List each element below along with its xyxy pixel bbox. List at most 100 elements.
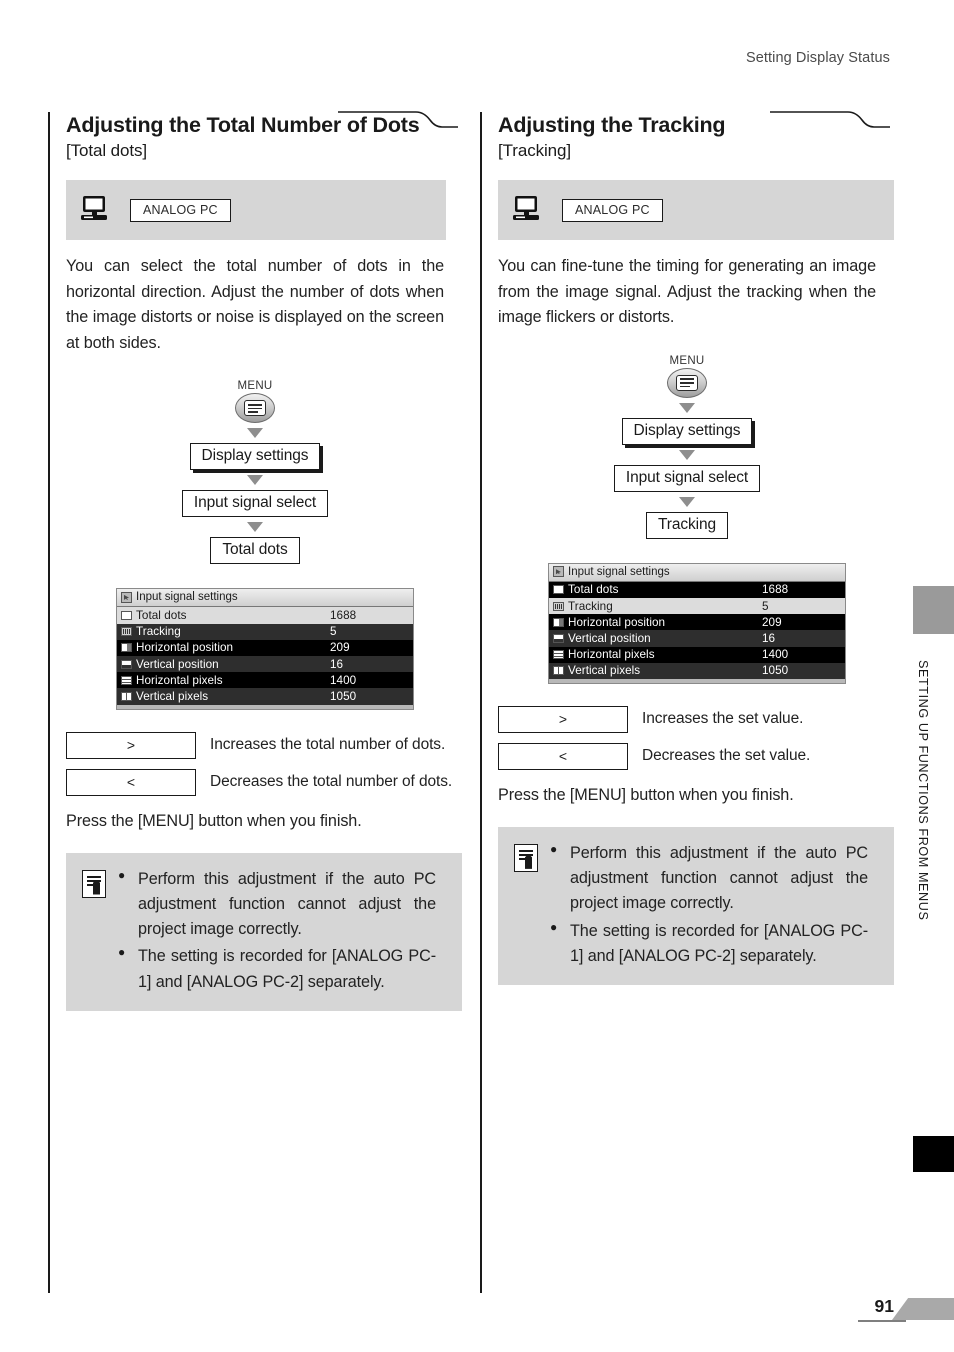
osd-row-label: Total dots xyxy=(136,608,187,622)
osd-row[interactable]: Tracking 5 xyxy=(117,623,413,640)
osd-title-label: Input signal settings xyxy=(568,565,670,578)
osd-screenshot-tracking: Input signal settings Total dots 1688 Trac… xyxy=(548,562,846,684)
horizontal-pixels-icon xyxy=(121,675,132,685)
chapter-tab-black xyxy=(913,1136,954,1172)
osd-row[interactable]: Horizontal position 209 xyxy=(549,614,845,631)
osd-row-value: 16 xyxy=(330,657,344,671)
note-box: Perform this adjustment if the auto PC a… xyxy=(66,852,462,1011)
signal-type-band: ANALOG PC xyxy=(498,180,894,240)
note-bullet-list: Perform this adjustment if the auto PC a… xyxy=(118,866,436,995)
osd-row-label: Vertical pixels xyxy=(568,664,641,678)
osd-row-label: Vertical position xyxy=(568,631,651,645)
signal-chip-analog-pc: ANALOG PC xyxy=(130,198,231,222)
total-dots-icon xyxy=(121,610,132,620)
vertical-pixels-icon xyxy=(553,666,564,676)
key-row: > Increases the set value. xyxy=(498,705,890,733)
signal-icon xyxy=(121,591,132,603)
osd-footer-strip xyxy=(117,704,413,709)
flow-arrow-down-icon xyxy=(247,522,263,533)
osd-row[interactable]: Total dots 1688 xyxy=(117,607,413,624)
osd-row-label: Horizontal pixels xyxy=(136,673,223,687)
menu-list-icon xyxy=(244,400,266,417)
osd-row-value: 1400 xyxy=(762,648,789,662)
flow-step-input-signal-select[interactable]: Input signal select xyxy=(181,490,329,518)
flow-arrow-down-icon xyxy=(247,475,263,486)
vertical-pixels-icon xyxy=(121,691,132,701)
key-row: > Increases the total number of dots. xyxy=(66,731,458,759)
key-row: < Decreases the set value. xyxy=(498,742,890,770)
press-menu-note: Press the [MENU] button when you finish. xyxy=(66,811,362,830)
page-subtitle: [Tracking] xyxy=(498,140,572,160)
flow-step-display-settings[interactable]: Display settings xyxy=(189,443,321,471)
flow-step-target[interactable]: Total dots xyxy=(210,537,300,565)
note-bullet: Perform this adjustment if the auto PC a… xyxy=(118,866,436,943)
osd-row-value: 1050 xyxy=(330,689,357,703)
menu-button[interactable] xyxy=(667,367,707,398)
note-bullet-list: Perform this adjustment if the auto PC a… xyxy=(550,840,868,970)
body-paragraph: You can select the total number of dots … xyxy=(66,257,444,352)
osd-row[interactable]: Horizontal pixels 1400 xyxy=(117,672,413,689)
osd-row[interactable]: Vertical pixels 1050 xyxy=(117,688,413,705)
key-decrease-button[interactable]: < xyxy=(498,742,628,770)
flow-arrow-down-icon xyxy=(679,449,695,460)
osd-title-label: Input signal settings xyxy=(136,591,238,604)
page-title: Adjusting the Total Number of Dots xyxy=(66,113,420,137)
osd-row-label: Horizontal pixels xyxy=(568,648,655,662)
horizontal-position-icon xyxy=(121,643,132,653)
osd-screenshot-total-dots: Input signal settings Total dots 1688 Trac… xyxy=(116,588,414,710)
running-header: Setting Display Status xyxy=(745,50,890,66)
osd-row[interactable]: Total dots 1688 xyxy=(549,581,845,598)
menu-button-label: MENU xyxy=(237,380,273,393)
osd-row[interactable]: Horizontal position 209 xyxy=(117,639,413,656)
key-increase-description: Increases the set value. xyxy=(642,710,804,728)
osd-row-list: Total dots 1688 Tracking 5 Horizontal positi… xyxy=(549,581,845,679)
key-increase-button[interactable]: > xyxy=(498,705,628,733)
memo-pencil-icon xyxy=(82,869,106,898)
column-total-dots: Adjusting the Total Number of Dots [Tota… xyxy=(48,111,462,1293)
signal-icon xyxy=(553,566,564,578)
press-menu-note: Press the [MENU] button when you finish. xyxy=(498,785,794,804)
osd-row-value: 209 xyxy=(762,615,782,629)
page-subtitle: [Total dots] xyxy=(66,140,148,160)
signal-chip-analog-pc: ANALOG PC xyxy=(562,198,663,222)
osd-row[interactable]: Horizontal pixels 1400 xyxy=(549,646,845,663)
menu-button-label: MENU xyxy=(669,354,705,367)
key-increase-button[interactable]: > xyxy=(66,731,196,759)
osd-row-label: Total dots xyxy=(568,583,619,597)
osd-row[interactable]: Vertical position 16 xyxy=(549,630,845,647)
flow-step-input-signal-select[interactable]: Input signal select xyxy=(613,464,761,492)
column-tracking: Adjusting the Tracking [Tracking] ANALOG… xyxy=(480,111,894,1293)
memo-pencil-icon xyxy=(514,843,538,872)
osd-title-bar: Input signal settings xyxy=(549,563,845,582)
key-instruction-list: > Increases the total number of dots. < … xyxy=(66,731,458,831)
tracking-icon xyxy=(121,627,132,637)
note-bullet: Perform this adjustment if the auto PC a… xyxy=(550,840,868,917)
key-decrease-button[interactable]: < xyxy=(66,768,196,796)
osd-row[interactable]: Vertical pixels 1050 xyxy=(549,662,845,679)
total-dots-icon xyxy=(553,585,564,595)
osd-row[interactable]: Tracking 5 xyxy=(549,597,845,615)
osd-row-label: Tracking xyxy=(136,625,181,639)
osd-title-bar: Input signal settings xyxy=(117,589,413,608)
flow-arrow-down-icon xyxy=(679,402,695,413)
footer-rule xyxy=(858,1320,906,1322)
note-bullet: The setting is recorded for [ANALOG PC-1… xyxy=(550,918,868,970)
menu-list-icon xyxy=(676,374,698,391)
page-number: 91 xyxy=(874,1296,894,1316)
key-decrease-description: Decreases the set value. xyxy=(642,747,811,765)
horizontal-position-icon xyxy=(553,617,564,627)
osd-row-value: 1688 xyxy=(330,608,357,622)
menu-path-flowchart: MENU Display settings Input signal selec… xyxy=(66,380,444,565)
osd-row[interactable]: Vertical position 16 xyxy=(117,655,413,673)
menu-button[interactable] xyxy=(235,393,275,424)
tracking-icon xyxy=(553,601,564,611)
body-paragraph: You can fine-tune the timing for generat… xyxy=(498,257,876,327)
key-decrease-description: Decreases the total number of dots. xyxy=(210,773,453,790)
osd-row-list: Total dots 1688 Tracking 5 Horizontal positi… xyxy=(117,607,413,705)
osd-row-label: Vertical pixels xyxy=(136,689,209,703)
flow-step-target[interactable]: Tracking xyxy=(645,511,729,539)
osd-row-label: Horizontal position xyxy=(136,641,234,655)
key-instruction-list: > Increases the set value. < Decreases t… xyxy=(498,705,890,805)
section-heading-block: Adjusting the Tracking [Tracking] xyxy=(498,111,890,170)
flow-step-display-settings[interactable]: Display settings xyxy=(621,417,753,445)
